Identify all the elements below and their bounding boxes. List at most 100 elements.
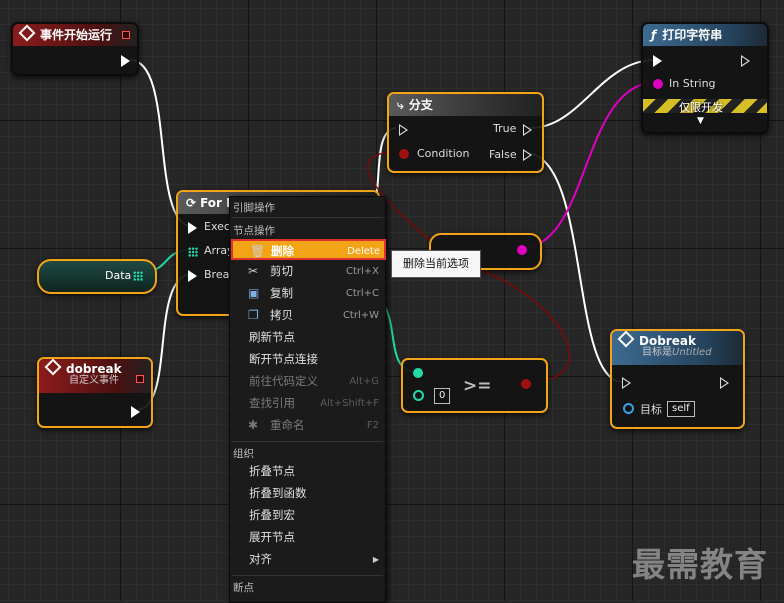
compare-node[interactable]: 0 >= — [401, 358, 548, 413]
watermark: 最需教育 — [632, 545, 768, 584]
branch-header: ⤷ 分支 — [389, 94, 542, 116]
array-pin[interactable] — [188, 247, 198, 257]
menu-item-delete[interactable]: 🗑 删除 Delete — [231, 239, 386, 260]
menu-item-align[interactable]: 对齐 ▶ — [232, 549, 383, 570]
dobreak-call-title: Dobreak — [639, 334, 696, 348]
menu-item-label: 拷贝 — [270, 308, 293, 322]
condition-pin[interactable] — [399, 149, 409, 159]
menu-item-collapse-to-function[interactable]: 折叠到函数 — [232, 483, 383, 504]
dobreak-exec-out-pin[interactable] — [131, 406, 140, 418]
branch-exec-in-pin[interactable] — [399, 124, 408, 136]
true-exec-pin[interactable] — [523, 124, 532, 136]
compare-a-pin[interactable] — [413, 368, 423, 378]
context-menu: 引脚操作 节点操作 🗑 删除 Delete ✂ 剪切 Ctrl+X ▣ 复制 C… — [229, 196, 386, 603]
data-array-out-pin[interactable] — [133, 271, 143, 281]
menu-item-shortcut: Ctrl+X — [345, 266, 379, 277]
menu-item-shortcut: Ctrl+W — [342, 310, 379, 321]
menu-item-shortcut: F2 — [366, 420, 379, 431]
exec-label: Exec — [204, 220, 230, 233]
function-icon: ƒ — [651, 28, 657, 42]
dev-only-label: 仅限开发 — [679, 101, 723, 114]
scissors-icon: ✂ — [248, 264, 259, 278]
menu-item-shortcut: Alt+G — [349, 376, 379, 387]
delete-tooltip: 删除当前选项 — [391, 250, 481, 278]
loop-icon: ⟳ — [186, 196, 197, 210]
event-begin-play-title: 事件开始运行 — [40, 28, 113, 42]
in-string-pin[interactable] — [653, 79, 663, 89]
menu-divider — [232, 575, 383, 576]
target-pin[interactable] — [623, 403, 634, 414]
target-label: 目标 — [640, 403, 662, 416]
section-organization: 组织 — [233, 448, 254, 460]
break-pin[interactable] — [188, 270, 197, 282]
target-self-input[interactable]: self — [667, 401, 695, 417]
menu-item-copy[interactable]: ▣ 复制 Ctrl+C — [232, 283, 383, 304]
submenu-arrow-icon: ▶ — [372, 555, 379, 564]
duplicate-icon: ❐ — [248, 308, 259, 322]
menu-item-shortcut: Alt+Shift+F — [320, 398, 379, 409]
subtitle-target: Untitled — [672, 347, 712, 358]
delete-icon: 🗑 — [250, 244, 266, 258]
foreach-exec-in-pin[interactable] — [188, 222, 197, 234]
event-begin-play-node[interactable]: 事件开始运行 — [11, 22, 139, 76]
exec-out-pin[interactable] — [121, 55, 130, 67]
delegate-pin[interactable] — [122, 31, 130, 39]
dobreak-event-header: dobreak 自定义事件 — [39, 359, 151, 393]
subtitle-prefix: 目标是 — [642, 347, 672, 358]
in-string-label: In String — [669, 77, 716, 90]
menu-item-expand-node[interactable]: 展开节点 — [232, 527, 383, 548]
menu-item-find-references[interactable]: 查找引用 Alt+Shift+F — [232, 393, 383, 414]
expand-arrow-icon[interactable]: ▼ — [697, 116, 704, 126]
compare-operator: >= — [463, 376, 492, 396]
menu-item-break-links[interactable]: 断开节点连接 — [232, 349, 383, 370]
menu-item-goto-definition[interactable]: 前往代码定义 Alt+G — [232, 371, 383, 392]
print-string-node[interactable]: ƒ 打印字符串 In String 仅限开发 ▼ — [641, 22, 769, 134]
dobreak-call-node[interactable]: Dobreak 目标是Untitled 目标 self — [610, 329, 745, 429]
string-out-pin[interactable] — [517, 245, 527, 255]
event-icon — [44, 359, 62, 376]
section-breakpoints: 断点 — [233, 582, 254, 594]
menu-item-rename[interactable]: ✱ 重命名 F2 — [232, 415, 383, 436]
delegate-pin[interactable] — [136, 375, 144, 383]
dobreak-exec-out-pin[interactable] — [720, 377, 729, 389]
condition-label: Condition — [417, 147, 470, 160]
false-exec-pin[interactable] — [523, 149, 532, 161]
menu-item-label: 前往代码定义 — [249, 374, 318, 388]
menu-item-label: 查找引用 — [249, 396, 295, 410]
menu-item-refresh-node[interactable]: 刷新节点 — [232, 327, 383, 348]
print-exec-out-pin[interactable] — [741, 55, 750, 67]
false-label: False — [489, 148, 517, 161]
menu-item-label: 刷新节点 — [249, 330, 295, 344]
section-pin-actions: 引脚操作 — [233, 202, 275, 214]
print-exec-in-pin[interactable] — [653, 55, 662, 67]
print-string-header: ƒ 打印字符串 — [643, 24, 767, 46]
dobreak-event-node[interactable]: dobreak 自定义事件 — [37, 357, 153, 428]
compare-b-pin[interactable] — [413, 390, 424, 401]
event-icon — [617, 331, 635, 348]
compare-out-pin[interactable] — [521, 379, 531, 389]
section-node-actions: 节点操作 — [233, 225, 275, 237]
branch-node[interactable]: ⤷ 分支 Condition True False — [387, 92, 544, 173]
rename-icon: ✱ — [248, 418, 259, 432]
menu-item-label: 重命名 — [270, 418, 305, 432]
data-variable-node[interactable]: Data — [37, 259, 157, 294]
print-string-title: 打印字符串 — [662, 28, 723, 42]
menu-item-cut[interactable]: ✂ 剪切 Ctrl+X — [232, 261, 383, 282]
menu-item-label: 复制 — [270, 286, 293, 300]
menu-item-label: 删除 — [271, 244, 294, 258]
menu-item-label: 断开节点连接 — [249, 352, 318, 366]
menu-item-label: 折叠到函数 — [249, 486, 307, 500]
menu-item-collapse-nodes[interactable]: 折叠节点 — [232, 461, 383, 482]
event-begin-play-header: 事件开始运行 — [13, 24, 137, 46]
dobreak-exec-in-pin[interactable] — [622, 377, 631, 389]
branch-icon: ⤷ — [397, 98, 404, 112]
dobreak-event-title: dobreak — [66, 362, 122, 376]
menu-divider — [232, 441, 383, 442]
menu-item-duplicate[interactable]: ❐ 拷贝 Ctrl+W — [232, 305, 383, 326]
compare-value-input[interactable]: 0 — [434, 388, 451, 404]
menu-item-shortcut: Delete — [347, 246, 380, 257]
menu-item-collapse-to-macro[interactable]: 折叠到宏 — [232, 505, 383, 526]
dobreak-call-subtitle: 目标是Untitled — [620, 347, 743, 359]
menu-item-label: 折叠节点 — [249, 464, 295, 478]
dobreak-call-header: Dobreak 目标是Untitled — [612, 331, 743, 365]
